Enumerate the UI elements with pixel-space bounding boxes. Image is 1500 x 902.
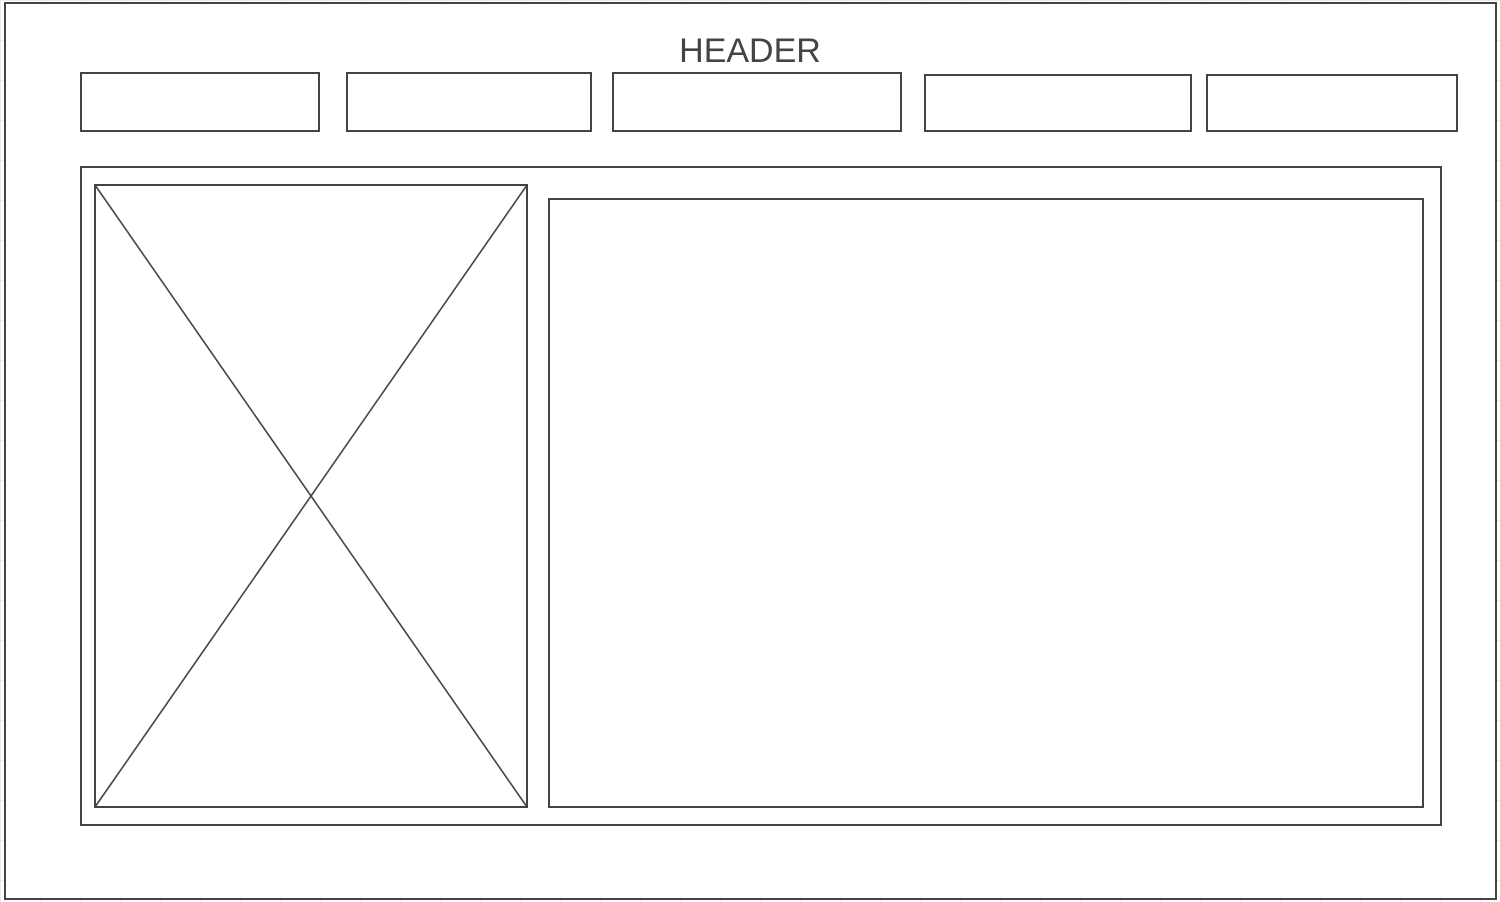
nav-item-4[interactable] (924, 74, 1192, 132)
nav-item-1[interactable] (80, 72, 320, 132)
wireframe-canvas: HEADER (0, 0, 1500, 902)
image-placeholder-x-icon (94, 184, 528, 808)
content-box (548, 198, 1424, 808)
nav-item-2[interactable] (346, 72, 592, 132)
nav-item-5[interactable] (1206, 74, 1458, 132)
nav-item-3[interactable] (612, 72, 902, 132)
header-title: HEADER (679, 32, 821, 70)
